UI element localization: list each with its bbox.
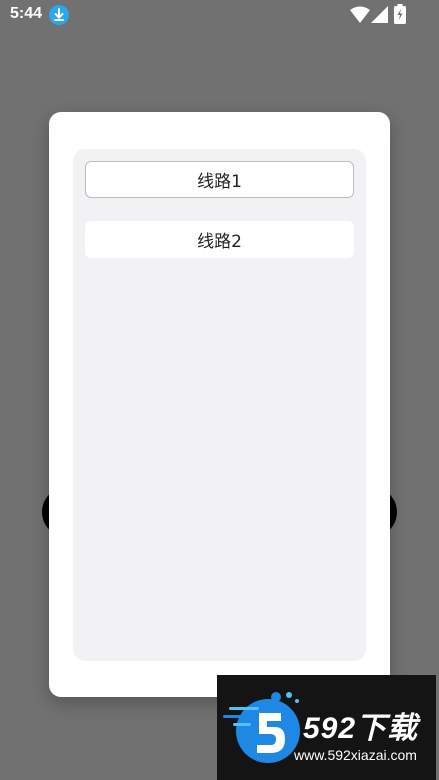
watermark: 592下载 www.592xiazai.com <box>217 675 436 780</box>
route-option-2[interactable]: 线路2 <box>85 221 354 258</box>
watermark-brand: 592下载 <box>303 712 419 745</box>
route-option-label: 线路2 <box>197 232 242 252</box>
signal-icon <box>371 6 388 23</box>
wifi-icon <box>350 6 370 23</box>
status-bar: 5:44 <box>0 0 439 30</box>
route-option-1[interactable]: 线路1 <box>85 161 354 198</box>
status-time: 5:44 <box>10 5 43 22</box>
route-option-label: 线路1 <box>197 172 242 192</box>
watermark-url: www.592xiazai.com <box>294 747 417 763</box>
route-dialog: 线路1 线路2 <box>49 112 390 697</box>
download-icon <box>49 5 69 25</box>
route-list: 线路1 线路2 <box>73 149 366 661</box>
battery-icon <box>394 4 406 24</box>
